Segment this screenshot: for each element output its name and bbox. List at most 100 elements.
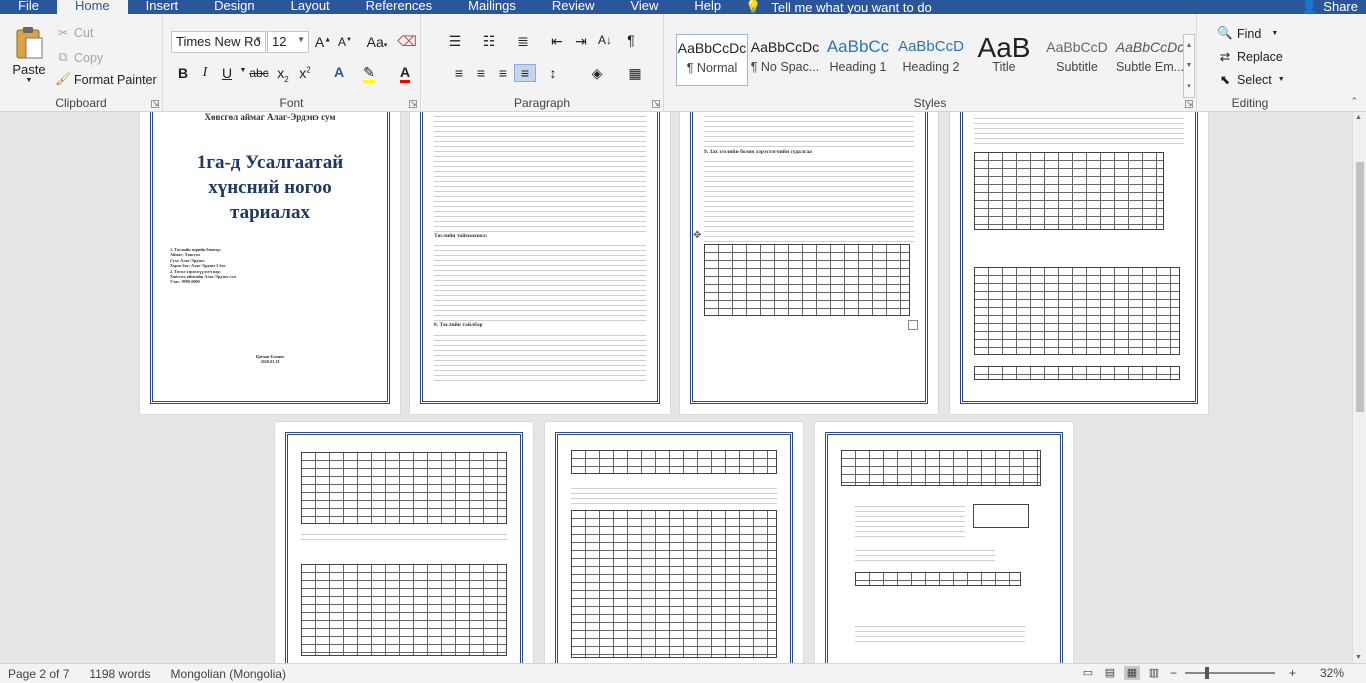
borders-icon[interactable]: ▦	[625, 65, 645, 82]
style-name: Subtitle	[1056, 60, 1098, 74]
style-sample: AaBbCcDc	[677, 40, 747, 56]
style-heading-2[interactable]: AaBbCcD Heading 2	[895, 34, 967, 86]
font-name-select[interactable]: Times New Ro ▼	[171, 31, 266, 53]
highlight-icon[interactable]: ✎	[359, 64, 379, 83]
align-center-icon[interactable]: ≡	[471, 65, 491, 81]
font-color-icon[interactable]: A	[395, 64, 415, 83]
numbering-icon[interactable]: ☷	[479, 33, 499, 50]
style-subtle-emphasis[interactable]: AaBbCcDc Subtle Em...	[1114, 34, 1186, 86]
show-formatting-icon[interactable]: ¶	[621, 32, 641, 48]
tab-view[interactable]: View	[612, 0, 676, 14]
page-thumbnail[interactable]	[545, 422, 803, 663]
vertical-scrollbar[interactable]: ▲ ▼	[1352, 112, 1366, 663]
dialog-launcher-icon[interactable]: ↘	[151, 100, 159, 108]
style-normal[interactable]: AaBbCcDc ¶ Normal	[676, 34, 748, 86]
zoom-out-icon[interactable]: −	[1170, 666, 1177, 680]
page-thumbnail[interactable]	[950, 112, 1208, 414]
table	[301, 564, 507, 656]
grow-font-icon[interactable]: A▲	[313, 34, 333, 50]
chevron-up-icon[interactable]: ▲	[1355, 114, 1362, 121]
zoom-slider[interactable]	[1184, 667, 1275, 679]
style-no-spacing[interactable]: AaBbCcDc ¶ No Spac...	[749, 34, 821, 86]
text-effects-icon[interactable]: A	[329, 64, 349, 80]
chevron-down-icon: ▼	[1277, 76, 1285, 83]
format-painter-button[interactable]: 🖌 Format Painter	[55, 72, 157, 87]
page2-heading-2: 8. Төслийн тайлбар	[434, 322, 483, 329]
find-button[interactable]: 🔍 Find ▼	[1217, 26, 1278, 41]
tab-layout[interactable]: Layout	[273, 0, 348, 14]
tab-insert[interactable]: Insert	[128, 0, 197, 14]
style-subtitle[interactable]: AaBbCcD Subtitle	[1041, 34, 1113, 86]
tab-mailings[interactable]: Mailings	[450, 0, 534, 14]
focus-mode-icon[interactable]: ▭	[1080, 666, 1096, 680]
page-thumbnail[interactable]	[815, 422, 1073, 663]
tab-design[interactable]: Design	[196, 0, 272, 14]
paste-button[interactable]: Paste ▼	[12, 26, 46, 84]
shrink-font-icon[interactable]: A▼	[335, 35, 355, 49]
style-title[interactable]: AaB Title	[968, 34, 1040, 86]
dialog-launcher-icon[interactable]: ↘	[1185, 100, 1193, 108]
person-icon: 👤	[1301, 0, 1318, 14]
copy-button[interactable]: ⧉ Copy	[55, 50, 104, 65]
italic-icon[interactable]: I	[195, 65, 215, 81]
page-thumbnail[interactable]: Хөвсгөл аймаг Алаг-Эрдэнэ сум 1га-д Усал…	[140, 112, 400, 414]
web-layout-icon[interactable]: ▥	[1146, 666, 1162, 680]
replace-button[interactable]: ⇄ Replace	[1217, 49, 1283, 65]
collapse-ribbon-icon[interactable]: ⌃	[1350, 96, 1358, 107]
page-thumbnail[interactable]: 9. Зах зээлийн болон хэрэглэгчийн судалг…	[680, 112, 938, 414]
subscript-icon[interactable]: x2	[273, 65, 293, 84]
page-thumbnail[interactable]: Төслийн тоймзохиол: 8. Төслийн тайлбар	[410, 112, 670, 414]
dialog-launcher-icon[interactable]: ↘	[409, 100, 417, 108]
replace-icon: ⇄	[1219, 50, 1231, 64]
align-right-icon[interactable]: ≡	[493, 65, 513, 81]
page-count[interactable]: Page 2 of 7	[8, 667, 69, 681]
tab-review[interactable]: Review	[534, 0, 613, 14]
page-text-block: Төслийн тоймзохиол: 8. Төслийн тайлбар	[434, 112, 646, 392]
zoom-slider-knob[interactable]	[1204, 667, 1209, 679]
zoom-in-icon[interactable]: +	[1289, 666, 1296, 680]
read-mode-icon[interactable]: ▤	[1102, 666, 1118, 680]
scrollbar-thumb[interactable]	[1356, 162, 1364, 412]
align-left-icon[interactable]: ≡	[449, 65, 469, 81]
tab-help[interactable]: Help	[676, 0, 739, 14]
document-canvas[interactable]: Хөвсгөл аймаг Алаг-Эрдэнэ сум 1га-д Усал…	[0, 112, 1352, 663]
bullets-icon[interactable]: ☰	[445, 33, 465, 50]
increase-indent-icon[interactable]: ⇥	[571, 33, 591, 50]
dialog-launcher-icon[interactable]: ↘	[652, 100, 660, 108]
justify-icon[interactable]: ≡	[514, 64, 536, 82]
share-label: Share	[1323, 0, 1358, 14]
cut-button[interactable]: ✂ Cut	[55, 25, 94, 41]
chevron-down-icon[interactable]: ▼	[1186, 62, 1193, 69]
multilevel-list-icon[interactable]: ≣	[513, 33, 533, 50]
tab-home[interactable]: Home	[56, 0, 128, 14]
superscript-icon[interactable]: x2	[295, 65, 315, 81]
font-size-select[interactable]: 12 ▼	[267, 31, 309, 53]
change-case-icon[interactable]: Aa▾	[363, 34, 391, 50]
page-thumbnail[interactable]	[275, 422, 533, 663]
chevron-up-icon[interactable]: ▲	[1186, 42, 1193, 49]
strikethrough-icon[interactable]: abc	[249, 66, 269, 80]
font-group: Times New Ro ▼ 12 ▼ A▲ A▼ Aa▾ ⌫ B I U ▼ …	[163, 14, 421, 112]
shading-icon[interactable]: ◈	[587, 65, 607, 82]
move-handle-icon[interactable]: ✥	[693, 230, 701, 241]
tab-file[interactable]: File	[0, 0, 57, 14]
table-resize-handle[interactable]	[908, 320, 918, 330]
chevron-down-icon[interactable]: ▼	[1355, 654, 1362, 661]
tell-me-box[interactable]: 💡 Tell me what you want to do	[745, 0, 932, 15]
line-spacing-icon[interactable]: ↕	[543, 65, 563, 81]
table[interactable]	[704, 244, 910, 316]
zoom-level[interactable]: 32%	[1320, 666, 1344, 680]
sort-icon[interactable]: A↓	[595, 33, 615, 47]
styles-gallery-scroll[interactable]: ▲ ▼ ▾	[1183, 34, 1195, 98]
decrease-indent-icon[interactable]: ⇤	[547, 33, 567, 50]
print-layout-icon[interactable]: ▦	[1123, 666, 1140, 680]
bold-icon[interactable]: B	[173, 65, 193, 81]
tab-references[interactable]: References	[348, 0, 450, 14]
more-icon[interactable]: ▾	[1187, 82, 1191, 90]
clear-formatting-icon[interactable]: ⌫	[397, 33, 417, 50]
share-button[interactable]: 👤 Share	[1301, 0, 1358, 14]
word-count[interactable]: 1198 words	[89, 667, 150, 681]
language-indicator[interactable]: Mongolian (Mongolia)	[171, 667, 286, 681]
select-button[interactable]: ⬉ Select ▼	[1217, 72, 1285, 88]
style-heading-1[interactable]: AaBbCc Heading 1	[822, 34, 894, 86]
